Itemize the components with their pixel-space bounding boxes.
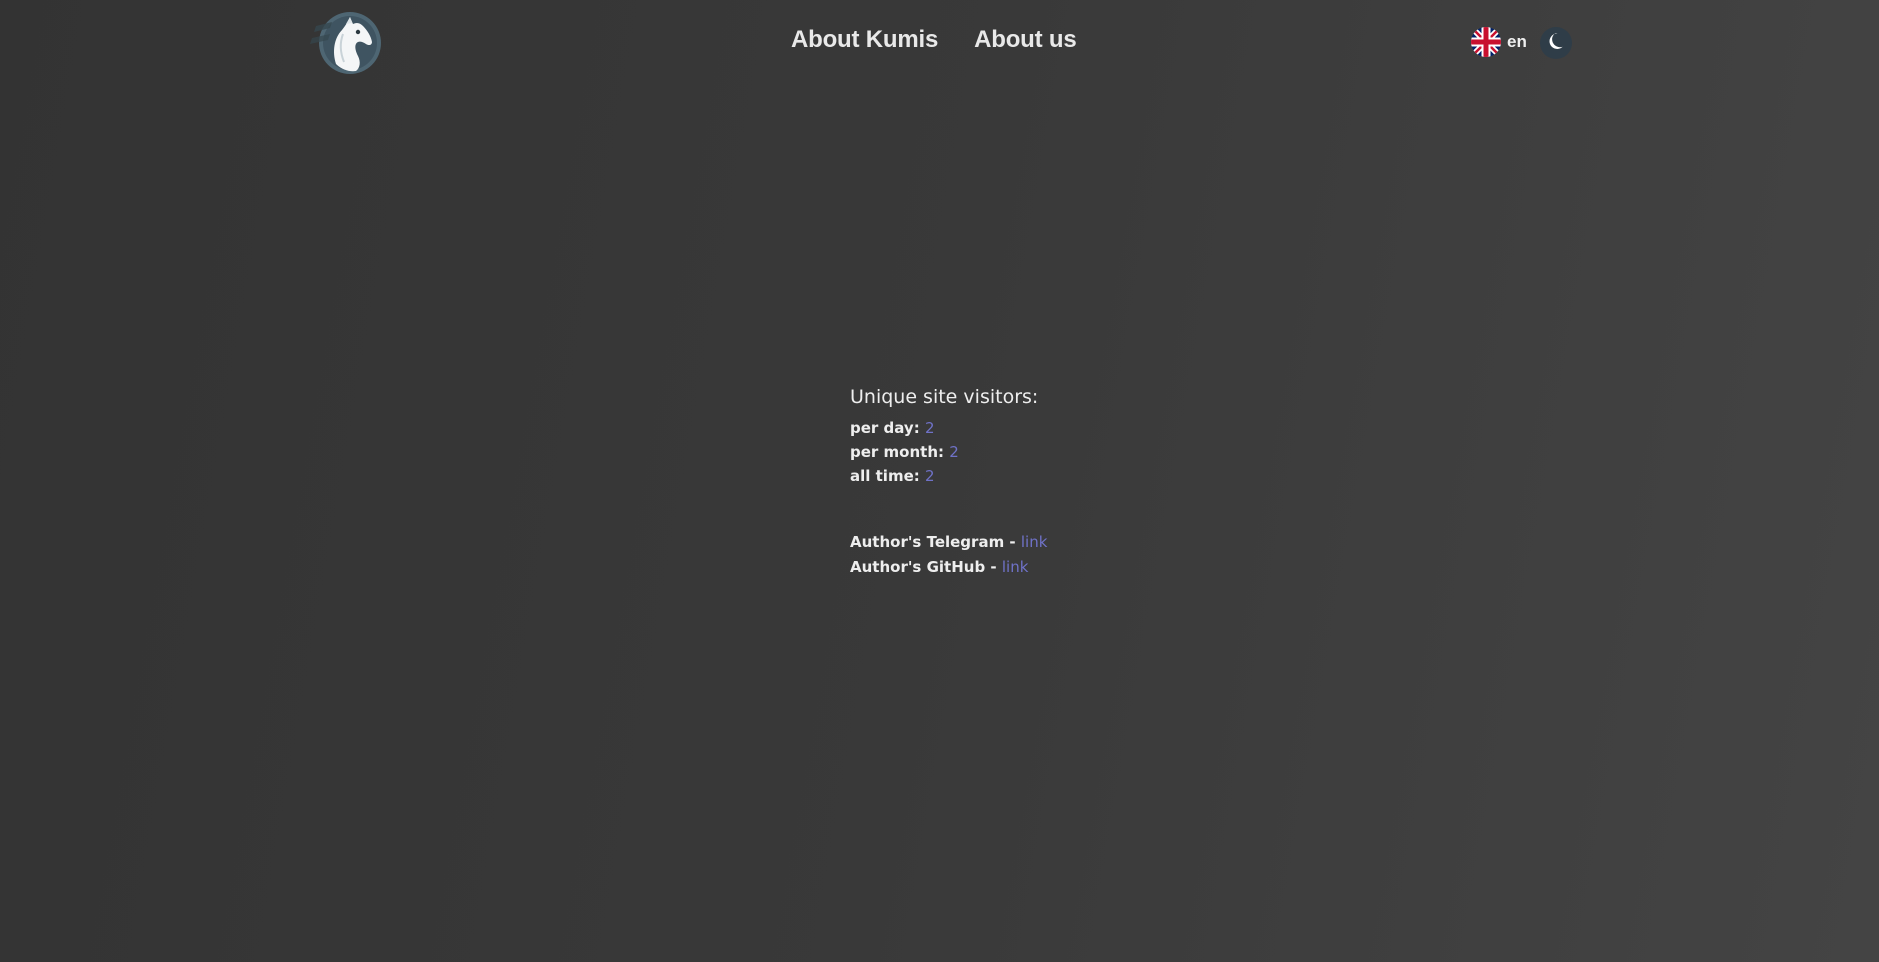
visitor-stats: Unique site visitors: per day: 2 per mon… xyxy=(850,386,1170,488)
uk-flag-icon xyxy=(1471,27,1501,57)
theme-toggle-button[interactable] xyxy=(1540,27,1572,59)
github-label: Author's GitHub - xyxy=(850,558,1002,576)
stat-value: 2 xyxy=(924,467,935,485)
github-link[interactable]: link xyxy=(1002,558,1029,576)
moon-icon xyxy=(1546,31,1566,55)
language-switcher[interactable]: en xyxy=(1471,27,1527,57)
nav-about-us-link[interactable]: About us xyxy=(974,26,1077,54)
nav-about-kumis-link[interactable]: About Kumis xyxy=(791,26,938,54)
telegram-label: Author's Telegram - xyxy=(850,533,1021,551)
telegram-link[interactable]: link xyxy=(1021,533,1048,551)
stat-value: 2 xyxy=(924,419,935,437)
telegram-link-row: Author's Telegram - link xyxy=(850,530,1047,555)
stat-value: 2 xyxy=(949,443,959,461)
stat-row-per-month: per month: 2 xyxy=(850,440,1170,464)
horse-head-logo-icon[interactable] xyxy=(310,8,382,76)
github-link-row: Author's GitHub - link xyxy=(850,555,1047,580)
stat-label: per day: xyxy=(850,419,920,437)
stat-label: per month: xyxy=(850,443,944,461)
site-header: About Kumis About us en xyxy=(0,0,1879,86)
main-nav: About Kumis About us xyxy=(791,26,1077,54)
stat-label: all time: xyxy=(850,467,920,485)
author-links: Author's Telegram - link Author's GitHub… xyxy=(850,530,1047,580)
stats-title: Unique site visitors: xyxy=(850,386,1039,408)
language-code: en xyxy=(1507,32,1527,51)
stat-row-all-time: all time: 2 xyxy=(850,464,1170,488)
stat-row-per-day: per day: 2 xyxy=(850,416,1170,440)
